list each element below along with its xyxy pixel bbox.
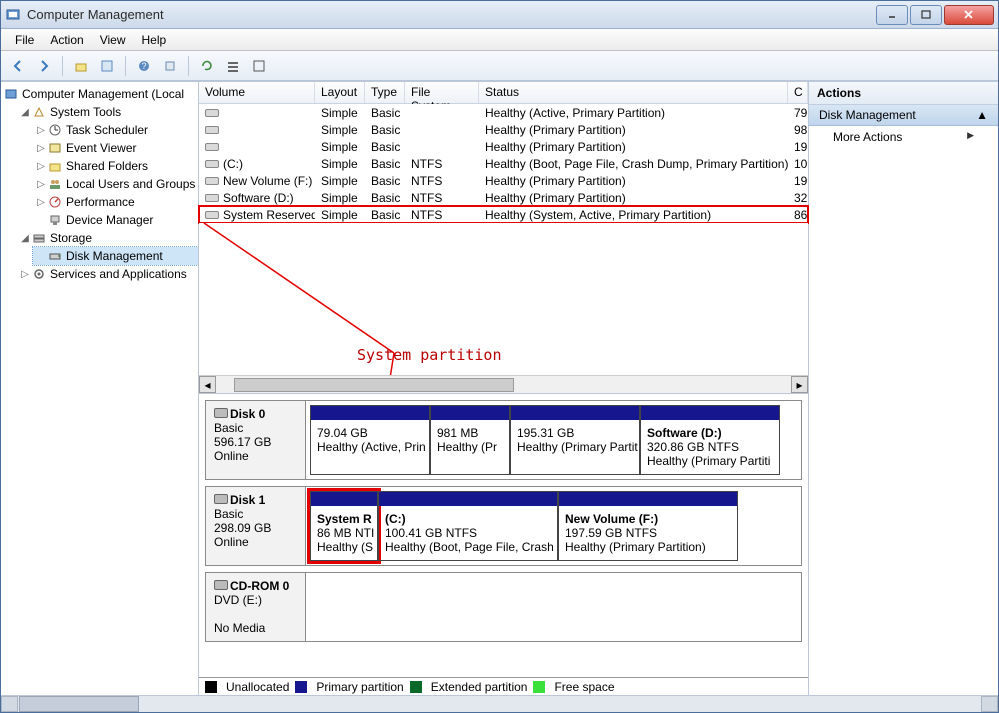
- refresh-icon[interactable]: [196, 55, 218, 77]
- svg-text:?: ?: [141, 61, 146, 71]
- settings-icon[interactable]: [159, 55, 181, 77]
- menu-action[interactable]: Action: [42, 31, 91, 49]
- tree-task-scheduler[interactable]: ▷Task Scheduler: [33, 121, 198, 139]
- menu-file[interactable]: File: [7, 31, 42, 49]
- col-status[interactable]: Status: [479, 82, 788, 103]
- partition[interactable]: Software (D:)320.86 GB NTFSHealthy (Prim…: [640, 405, 780, 475]
- tree-storage[interactable]: ◢ Storage: [17, 229, 198, 247]
- disk-block[interactable]: Disk 0Basic596.17 GBOnline79.04 GBHealth…: [205, 400, 802, 480]
- volume-row[interactable]: New Volume (F:)SimpleBasicNTFSHealthy (P…: [199, 172, 808, 189]
- actions-section-disk-management[interactable]: Disk Management ▲: [809, 105, 998, 126]
- tree-services-apps[interactable]: ▷ Services and Applications: [17, 265, 198, 283]
- col-filesystem[interactable]: File System: [405, 82, 479, 103]
- tree-shared-folders[interactable]: ▷Shared Folders: [33, 157, 198, 175]
- minimize-button[interactable]: [876, 5, 908, 25]
- actions-pane: Actions Disk Management ▲ More Actions: [808, 82, 998, 695]
- tree-disk-management[interactable]: Disk Management: [33, 247, 198, 265]
- help-icon[interactable]: ?: [133, 55, 155, 77]
- app-icon: [5, 7, 21, 23]
- actions-more[interactable]: More Actions: [809, 126, 998, 148]
- tool-icon[interactable]: [248, 55, 270, 77]
- annotation-text: System partition: [357, 346, 502, 364]
- partition[interactable]: 981 MBHealthy (Pr: [430, 405, 510, 475]
- tree-device-manager[interactable]: Device Manager: [33, 211, 198, 229]
- disk-map[interactable]: Disk 0Basic596.17 GBOnline79.04 GBHealth…: [199, 393, 808, 677]
- volume-row[interactable]: SimpleBasicHealthy (Primary Partition)19: [199, 138, 808, 155]
- tree-root[interactable]: Computer Management (Local: [1, 85, 198, 103]
- legend: Unallocated Primary partition Extended p…: [199, 677, 808, 695]
- tree-local-users[interactable]: ▷Local Users and Groups: [33, 175, 198, 193]
- maximize-button[interactable]: [910, 5, 942, 25]
- content-pane: Volume Layout Type File System Status C …: [199, 82, 808, 695]
- tree-system-tools[interactable]: ◢ System Tools: [17, 103, 198, 121]
- partition[interactable]: 79.04 GBHealthy (Active, Prin: [310, 405, 430, 475]
- volume-row[interactable]: System ReservedSimpleBasicNTFSHealthy (S…: [199, 206, 808, 223]
- volume-scrollbar[interactable]: ◂ ▸: [199, 375, 808, 393]
- col-volume[interactable]: Volume: [199, 82, 315, 103]
- partition[interactable]: 195.31 GBHealthy (Primary Partit: [510, 405, 640, 475]
- volume-row[interactable]: (C:)SimpleBasicNTFSHealthy (Boot, Page F…: [199, 155, 808, 172]
- tree-event-viewer[interactable]: ▷Event Viewer: [33, 139, 198, 157]
- volume-list[interactable]: SimpleBasicHealthy (Active, Primary Part…: [199, 104, 808, 223]
- partition[interactable]: System R86 MB NTIHealthy (S: [310, 491, 378, 561]
- tree-performance[interactable]: ▷Performance: [33, 193, 198, 211]
- menu-view[interactable]: View: [92, 31, 134, 49]
- actions-header: Actions: [809, 82, 998, 105]
- up-icon[interactable]: [70, 55, 92, 77]
- volume-list-header[interactable]: Volume Layout Type File System Status C: [199, 82, 808, 104]
- toolbar: ?: [1, 51, 998, 81]
- list-icon[interactable]: [222, 55, 244, 77]
- forward-button[interactable]: [33, 55, 55, 77]
- window-title: Computer Management: [27, 7, 874, 22]
- close-button[interactable]: [944, 5, 994, 25]
- back-button[interactable]: [7, 55, 29, 77]
- col-capacity[interactable]: C: [788, 82, 808, 103]
- volume-row[interactable]: Software (D:)SimpleBasicNTFSHealthy (Pri…: [199, 189, 808, 206]
- col-type[interactable]: Type: [365, 82, 405, 103]
- partition[interactable]: (C:)100.41 GB NTFSHealthy (Boot, Page Fi…: [378, 491, 558, 561]
- disk-block[interactable]: CD-ROM 0DVD (E:)No Media: [205, 572, 802, 642]
- partition[interactable]: New Volume (F:)197.59 GB NTFSHealthy (Pr…: [558, 491, 738, 561]
- disk-block[interactable]: Disk 1Basic298.09 GBOnlineSystem R86 MB …: [205, 486, 802, 566]
- collapse-icon: ▲: [976, 108, 988, 122]
- navigation-tree[interactable]: Computer Management (Local ◢ System Tool…: [1, 82, 199, 695]
- title-bar: Computer Management: [1, 1, 998, 29]
- volume-row[interactable]: SimpleBasicHealthy (Primary Partition)98: [199, 121, 808, 138]
- menu-help[interactable]: Help: [134, 31, 175, 49]
- properties-icon[interactable]: [96, 55, 118, 77]
- col-layout[interactable]: Layout: [315, 82, 365, 103]
- outer-scrollbar[interactable]: [1, 695, 998, 712]
- menu-bar: File Action View Help: [1, 29, 998, 51]
- volume-row[interactable]: SimpleBasicHealthy (Active, Primary Part…: [199, 104, 808, 121]
